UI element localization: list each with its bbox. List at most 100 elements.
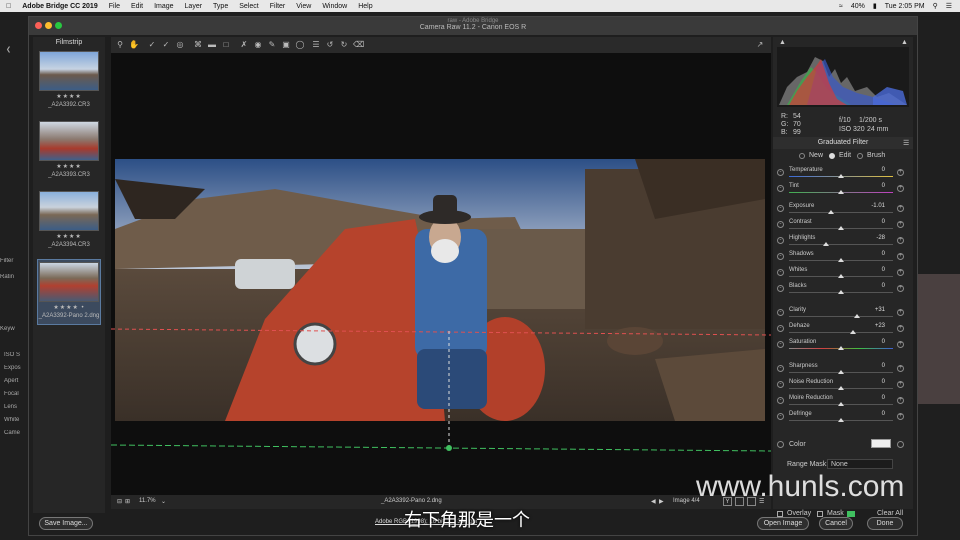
trash-icon[interactable]: ⌫: [353, 40, 364, 50]
white-balance-tool-icon[interactable]: ✓: [147, 40, 157, 50]
slider-thumb[interactable]: [838, 402, 844, 406]
rating-stars[interactable]: ★★★★ •: [38, 304, 100, 311]
done-button[interactable]: Done: [867, 517, 903, 530]
slider-track[interactable]: [789, 332, 893, 333]
increase-icon[interactable]: +: [897, 253, 904, 260]
rating-stars[interactable]: ★★★★: [37, 233, 101, 240]
mask-color-swatch[interactable]: [847, 511, 855, 517]
slider-row-defringe[interactable]: - Defringe 0 +: [775, 411, 909, 427]
mask-label[interactable]: Mask: [827, 510, 844, 517]
zoom-level[interactable]: 11.7%: [139, 498, 156, 504]
menubar-clock[interactable]: Tue 2:05 PM: [885, 3, 925, 10]
transform-tool-icon[interactable]: □: [221, 40, 231, 50]
rating-stars[interactable]: ★★★★: [37, 163, 101, 170]
apple-icon[interactable]: : [6, 3, 11, 10]
decrease-icon[interactable]: -: [777, 285, 784, 292]
increase-icon[interactable]: +: [897, 365, 904, 372]
menu-filter[interactable]: Filter: [270, 3, 286, 10]
slider-row-exposure[interactable]: - Exposure -1.01 +: [775, 203, 909, 219]
slider-row-whites[interactable]: - Whites 0 +: [775, 267, 909, 283]
slider-value[interactable]: 0: [857, 167, 885, 173]
menu-view[interactable]: View: [296, 3, 311, 10]
filmstrip-item-selected[interactable]: ★★★★ • _A2A3392-Pano 2.dng: [37, 259, 101, 325]
filmstrip-item[interactable]: ★★★★ _A2A3393.CR3: [37, 121, 101, 187]
rating-stars[interactable]: ★★★★: [37, 93, 101, 100]
crop-tool-icon[interactable]: ⌘: [193, 40, 203, 50]
save-image-button[interactable]: Save Image...: [39, 517, 93, 530]
slider-track[interactable]: [789, 316, 893, 317]
clear-all-button[interactable]: Clear All: [877, 510, 903, 517]
slider-thumb[interactable]: [838, 274, 844, 278]
filmstrip-item[interactable]: ★★★★ _A2A3392.CR3: [37, 51, 101, 117]
color-sampler-icon[interactable]: ✓: [161, 40, 171, 50]
mode-new-radio[interactable]: [799, 153, 805, 159]
decrease-icon[interactable]: -: [777, 413, 784, 420]
mode-brush-label[interactable]: Brush: [867, 152, 885, 159]
overlay-label[interactable]: Overlay: [787, 510, 811, 517]
battery-percent[interactable]: 40%: [851, 3, 865, 10]
graduated-filter-green-pin[interactable]: [446, 445, 452, 451]
menu-type[interactable]: Type: [213, 3, 228, 10]
graduated-filter-icon[interactable]: ▣: [281, 40, 291, 50]
preferences-icon[interactable]: ☰: [311, 40, 321, 50]
decrease-icon[interactable]: -: [777, 169, 784, 176]
slider-thumb[interactable]: [827, 210, 834, 214]
menu-help[interactable]: Help: [358, 3, 372, 10]
slider-value[interactable]: 0: [857, 251, 885, 257]
slider-thumb[interactable]: [838, 190, 844, 194]
slider-thumb[interactable]: [838, 346, 844, 350]
slider-thumb[interactable]: [849, 330, 856, 334]
increase-icon[interactable]: +: [897, 325, 904, 332]
slider-thumb[interactable]: [838, 370, 844, 374]
minimize-window-button[interactable]: [45, 22, 52, 29]
zoom-dropdown-icon[interactable]: ⌄: [161, 498, 166, 505]
menu-file[interactable]: File: [109, 3, 120, 10]
red-eye-icon[interactable]: ◉: [253, 40, 263, 50]
slider-value[interactable]: +23: [857, 323, 885, 329]
adjustment-brush-icon[interactable]: ✎: [267, 40, 277, 50]
decrease-icon[interactable]: -: [777, 397, 784, 404]
slider-value[interactable]: 0: [857, 411, 885, 417]
decrease-icon[interactable]: -: [777, 341, 784, 348]
zoom-in-icon[interactable]: ⊞: [125, 498, 130, 505]
decrease-icon[interactable]: -: [777, 253, 784, 260]
decrease-icon[interactable]: -: [777, 269, 784, 276]
increase-icon[interactable]: +: [897, 269, 904, 276]
spot-removal-icon[interactable]: ✗: [239, 40, 249, 50]
straighten-tool-icon[interactable]: ▬: [207, 40, 217, 50]
wifi-icon[interactable]: ≈: [839, 3, 843, 10]
rotate-right-icon[interactable]: ↻: [339, 40, 349, 50]
slider-value[interactable]: 0: [857, 267, 885, 273]
shadow-clipping-icon[interactable]: ▲: [779, 39, 786, 46]
slider-thumb[interactable]: [838, 418, 844, 422]
next-image-icon[interactable]: ▶: [659, 498, 664, 505]
graduated-filter-red-line[interactable]: [111, 328, 771, 336]
bridge-ratings-label[interactable]: Ratin: [0, 274, 28, 280]
menu-app-name[interactable]: Adobe Bridge CC 2019: [22, 3, 97, 10]
decrease-icon[interactable]: -: [777, 221, 784, 228]
decrease-icon[interactable]: -: [777, 381, 784, 388]
slider-row-saturation[interactable]: - Saturation 0 +: [775, 339, 909, 355]
increase-icon[interactable]: +: [897, 169, 904, 176]
slider-row-dehaze[interactable]: - Dehaze +23 +: [775, 323, 909, 339]
zoom-window-button[interactable]: [55, 22, 62, 29]
increase-icon[interactable]: +: [897, 341, 904, 348]
decrease-icon[interactable]: -: [777, 365, 784, 372]
increase-icon[interactable]: +: [897, 381, 904, 388]
slider-value[interactable]: 0: [857, 395, 885, 401]
increase-icon[interactable]: +: [897, 221, 904, 228]
slider-row-tint[interactable]: - Tint 0 +: [775, 183, 909, 199]
slider-value[interactable]: -28: [857, 235, 885, 241]
highlight-clipping-icon[interactable]: ▲: [901, 39, 908, 46]
color-minus-icon[interactable]: [777, 441, 784, 448]
bridge-keywords-label[interactable]: Keyw: [0, 326, 28, 332]
hand-tool-icon[interactable]: ✋: [129, 40, 139, 50]
increase-icon[interactable]: +: [897, 285, 904, 292]
slider-thumb[interactable]: [838, 258, 844, 262]
slider-thumb[interactable]: [838, 174, 844, 178]
slider-row-sharpness[interactable]: - Sharpness 0 +: [775, 363, 909, 379]
cancel-button[interactable]: Cancel: [819, 517, 853, 530]
slider-value[interactable]: 0: [857, 283, 885, 289]
slider-thumb[interactable]: [838, 226, 844, 230]
slider-value[interactable]: 0: [857, 219, 885, 225]
